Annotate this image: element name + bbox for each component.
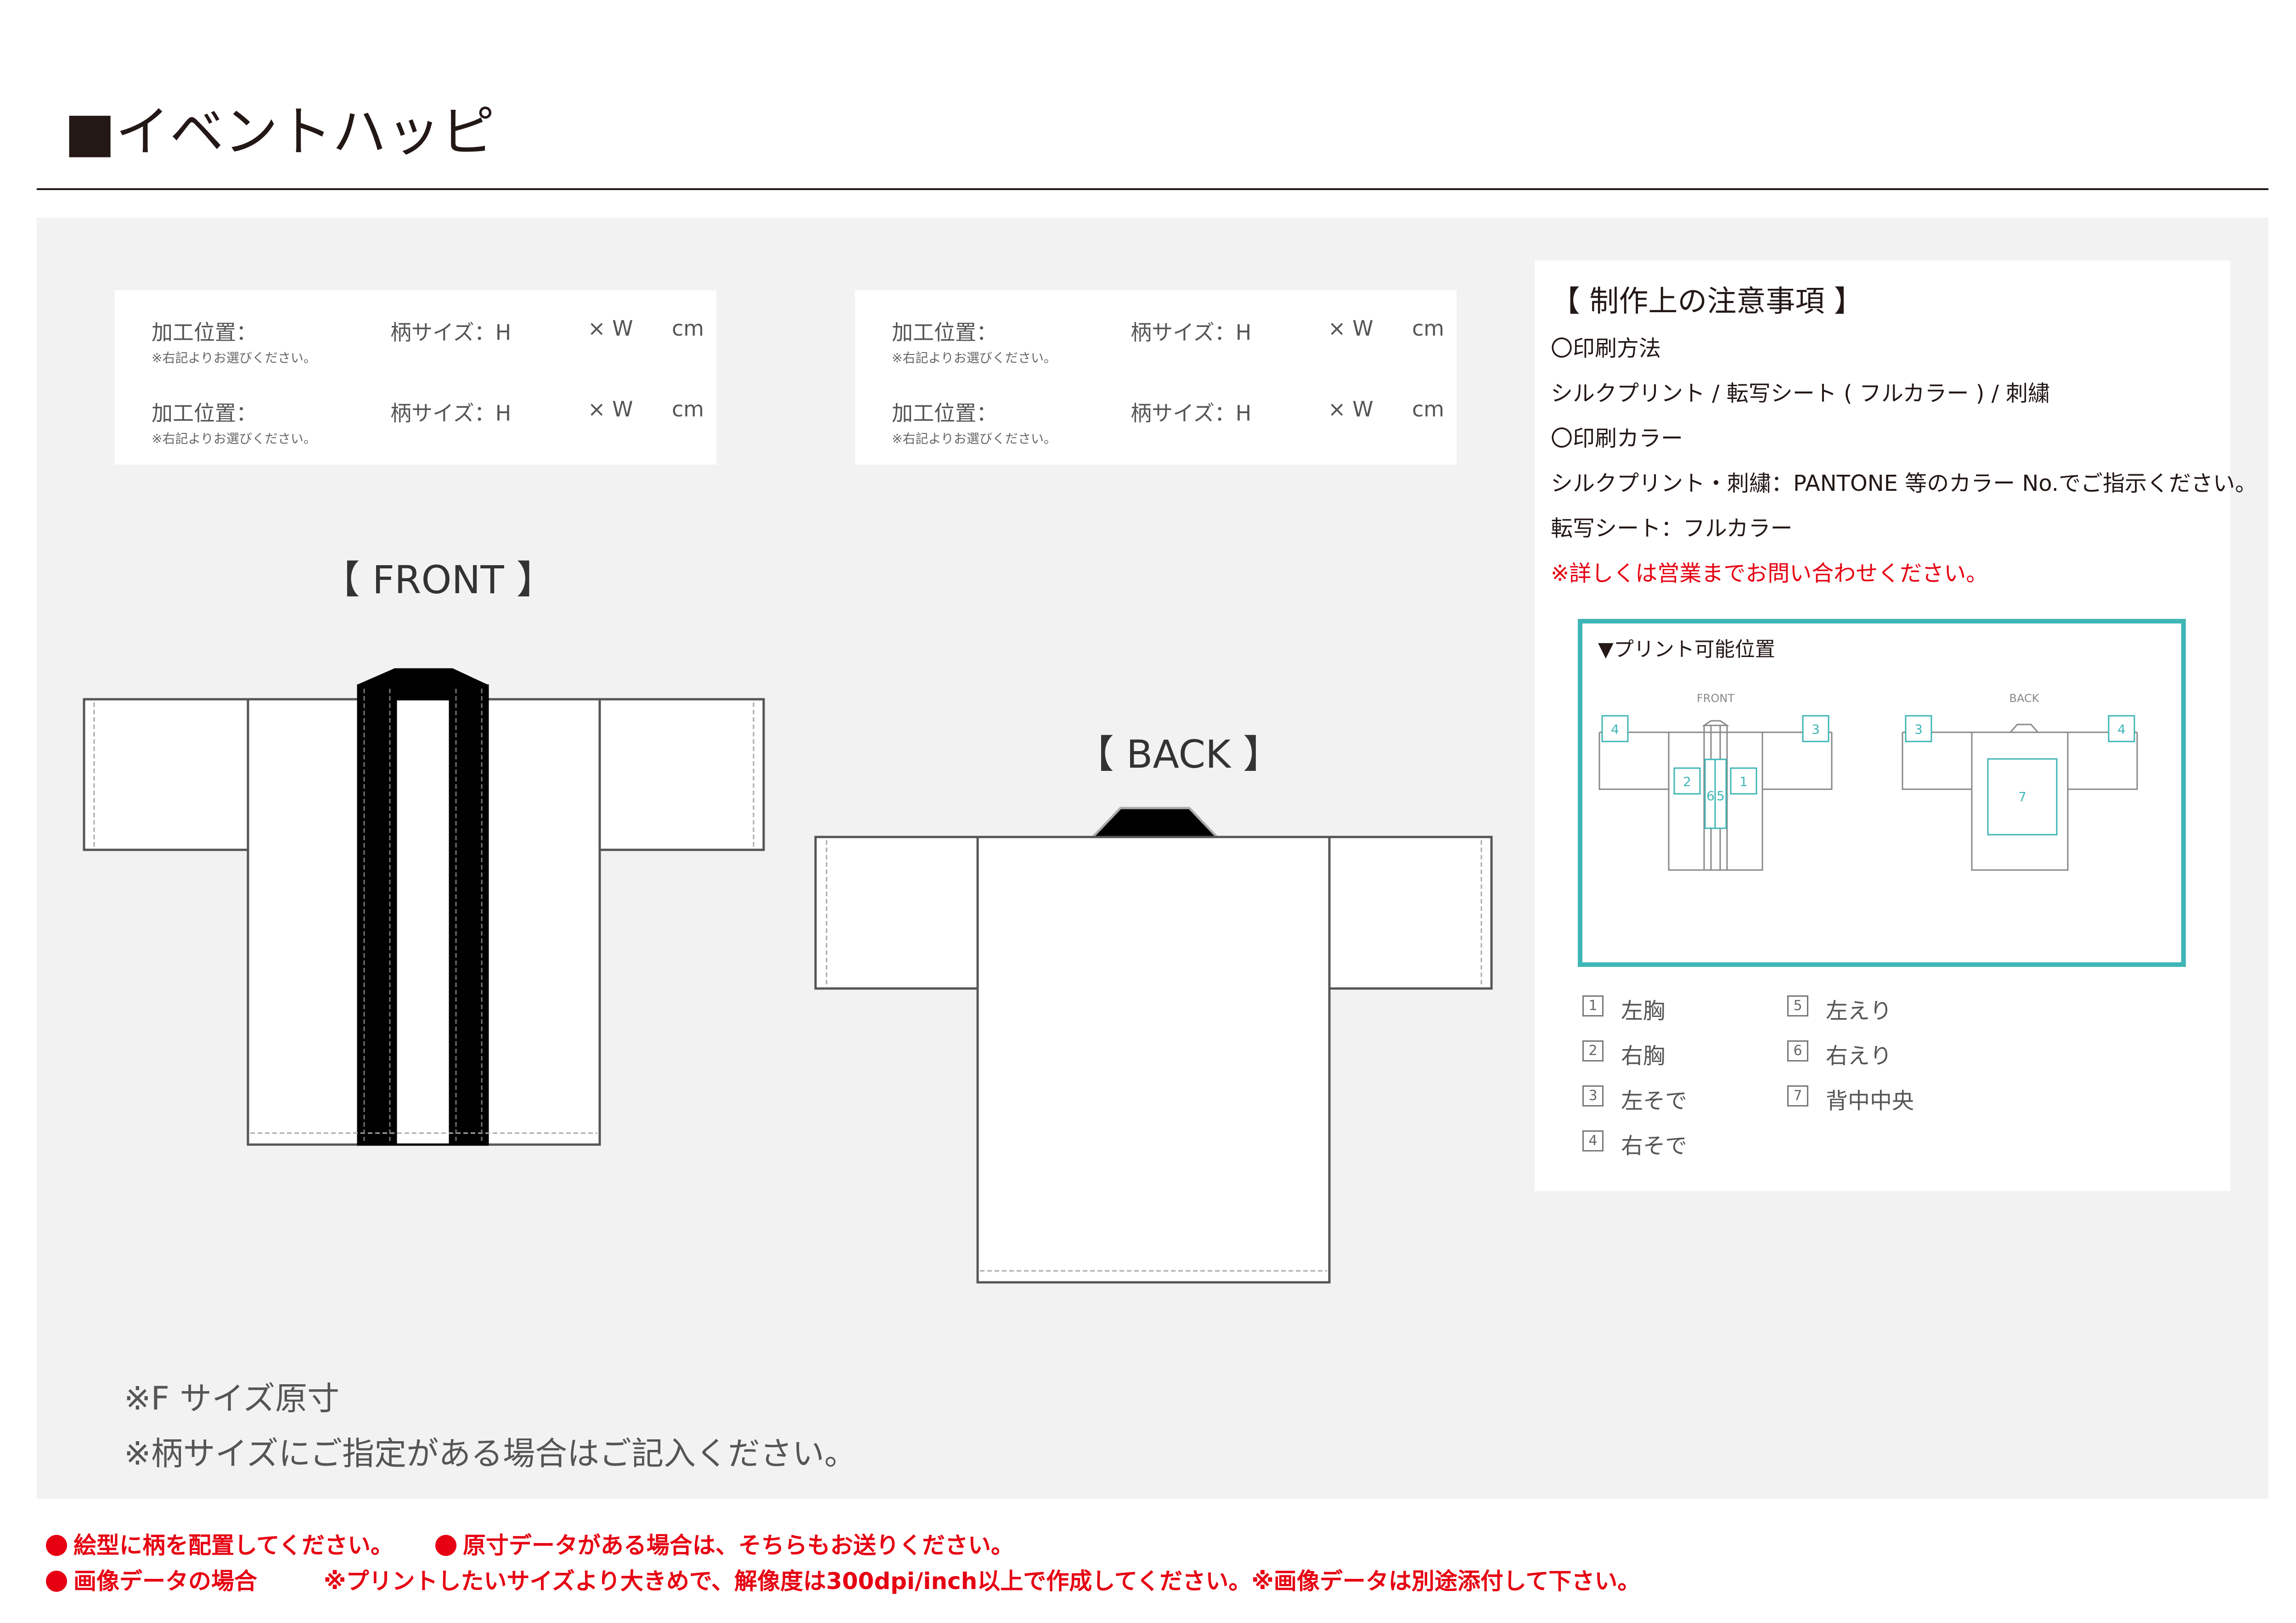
svg-text:6: 6 xyxy=(1706,788,1715,803)
front-collar-left xyxy=(449,684,489,1146)
back-collar xyxy=(1090,807,1220,838)
back-body xyxy=(976,836,1331,1284)
mini-back-label: BACK xyxy=(2009,692,2040,705)
mini-back-boxes: 3 4 7 xyxy=(1905,715,2135,836)
legend-number: 7 xyxy=(1787,1085,1808,1106)
legend-text: 右そで xyxy=(1621,1133,1688,1159)
legend-number: 1 xyxy=(1582,995,1604,1016)
print-color-silk: シルクプリント・刺繍：PANTONE 等のカラー No.でご指示ください。 xyxy=(1551,471,2257,496)
mini-front-label: FRONT xyxy=(1697,692,1734,705)
back-left-sleeve xyxy=(1328,836,1493,990)
print-color-heading: 〇印刷カラー xyxy=(1551,426,1683,451)
notes-title: 【 制作上の注意事項 】 xyxy=(1551,285,1863,319)
front-happi-drawing xyxy=(83,668,765,1146)
legend-number: 5 xyxy=(1787,995,1808,1016)
red-dot-icon xyxy=(46,1535,67,1556)
svg-text:4: 4 xyxy=(2117,722,2126,737)
front-opening xyxy=(394,698,451,1146)
red-dot-icon xyxy=(46,1571,67,1592)
footer-line-2: 画像データの場合 ※プリントしたいサイズより大きめで、解像度は300dpi/in… xyxy=(46,1563,1640,1596)
front-collar-right xyxy=(357,684,397,1146)
legend-number: 2 xyxy=(1582,1040,1604,1061)
pattern-size-note: ※柄サイズにご指定がある場合はご記入ください。 xyxy=(124,1435,857,1472)
svg-text:5: 5 xyxy=(1716,788,1725,803)
footer-image-data-instructions: ※プリントしたいサイズより大きめで、解像度は300dpi/inch以上で作成して… xyxy=(323,1568,1641,1595)
legend-text: 右胸 xyxy=(1621,1043,1666,1069)
legend-number: 4 xyxy=(1582,1130,1604,1151)
front-left-sleeve xyxy=(598,698,765,851)
front-right-sleeve xyxy=(83,698,249,851)
size-note: ※F サイズ原寸 xyxy=(124,1380,340,1417)
print-method-options: シルクプリント / 転写シート ( フルカラー ) / 刺繍 xyxy=(1551,381,2050,406)
legend-text: 左胸 xyxy=(1621,998,1666,1024)
svg-text:3: 3 xyxy=(1812,722,1820,737)
back-right-sleeve xyxy=(814,836,979,990)
legend-text: 背中中央 xyxy=(1826,1088,1914,1114)
footer-instruction-2: 原寸データがある場合は、そちらもお送りください。 xyxy=(462,1532,1014,1559)
svg-text:4: 4 xyxy=(1611,722,1619,737)
legend-number: 3 xyxy=(1582,1085,1604,1106)
legend-number: 6 xyxy=(1787,1040,1808,1061)
svg-text:3: 3 xyxy=(1914,722,1923,737)
contact-warning: ※詳しくは営業までお問い合わせください。 xyxy=(1551,561,1988,586)
footer-image-data-label: 画像データの場合 xyxy=(73,1568,257,1595)
svg-text:1: 1 xyxy=(1739,774,1748,789)
svg-text:2: 2 xyxy=(1683,774,1691,789)
back-happi-drawing xyxy=(814,807,1493,1284)
print-positions-diagram: FRONT 4 3 2 6 5 1 BACK 3 4 7 xyxy=(1598,692,2138,871)
legend-text: 左えり xyxy=(1826,998,1892,1024)
footer-line-1: 絵型に柄を配置してください。 原寸データがある場合は、そちらもお送りください。 xyxy=(46,1527,1014,1560)
print-color-transfer: 転写シート：フルカラー xyxy=(1551,516,1793,541)
legend-text: 左そで xyxy=(1621,1088,1688,1114)
svg-text:7: 7 xyxy=(2018,789,2026,804)
red-dot-icon xyxy=(435,1535,456,1556)
legend-text: 右えり xyxy=(1826,1043,1892,1069)
footer-instruction-1: 絵型に柄を配置してください。 xyxy=(73,1532,394,1559)
print-method-heading: 〇印刷方法 xyxy=(1551,336,1661,361)
